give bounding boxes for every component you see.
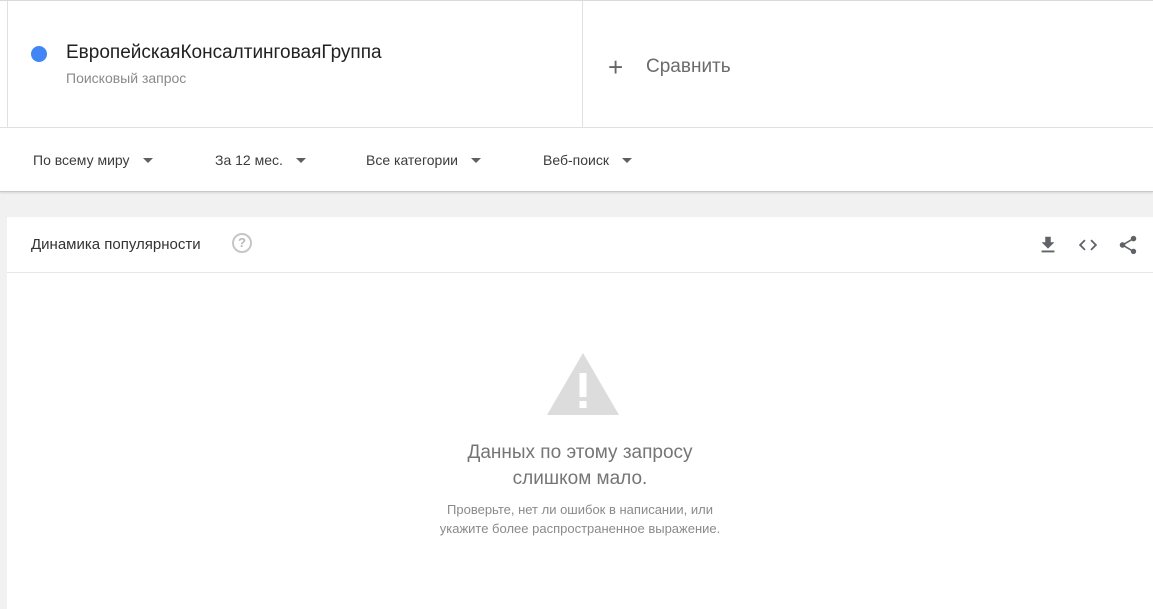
plus-icon: + bbox=[608, 52, 624, 82]
region-filter-label: По всему миру bbox=[33, 152, 130, 168]
interest-over-time-panel: Динамика популярности ? Данных по этому … bbox=[7, 217, 1153, 609]
explore-header: ЕвропейскаяКонсалтинговаяГруппа Поисковы… bbox=[0, 0, 1153, 192]
empty-hint-line-2: укажите более распространенное выражение… bbox=[439, 521, 721, 536]
caret-down-icon bbox=[142, 157, 153, 163]
panel-title: Динамика популярности bbox=[31, 236, 201, 253]
empty-state-title: Данных по этому запросу слишком мало. bbox=[380, 440, 780, 492]
empty-state: Данных по этому запросу слишком мало. Пр… bbox=[7, 273, 1153, 609]
compare-button[interactable]: + Сравнить bbox=[608, 53, 731, 81]
caret-down-icon bbox=[295, 157, 306, 163]
region-filter[interactable]: По всему миру bbox=[33, 150, 153, 170]
warning-icon bbox=[547, 353, 619, 415]
term-name: ЕвропейскаяКонсалтинговаяГруппа bbox=[66, 42, 382, 63]
empty-title-line-2: слишком мало. bbox=[512, 468, 648, 489]
search-terms-row: ЕвропейскаяКонсалтинговаяГруппа Поисковы… bbox=[0, 0, 1153, 128]
caret-down-icon bbox=[470, 157, 481, 163]
empty-state-hint: Проверьте, нет ли ошибок в написании, ил… bbox=[380, 500, 780, 538]
search-type-filter-label: Веб-поиск bbox=[543, 152, 609, 168]
empty-title-line-1: Данных по этому запросу bbox=[467, 442, 693, 463]
search-type-filter[interactable]: Веб-поиск bbox=[543, 150, 632, 170]
filters-bar: По всему миру За 12 мес. Все категории В… bbox=[0, 128, 1153, 191]
empty-hint-line-1: Проверьте, нет ли ошибок в написании, ил… bbox=[447, 502, 713, 517]
share-icon[interactable] bbox=[1117, 234, 1139, 256]
category-filter[interactable]: Все категории bbox=[366, 150, 481, 170]
help-icon[interactable]: ? bbox=[232, 233, 252, 253]
search-term-card[interactable]: ЕвропейскаяКонсалтинговаяГруппа Поисковы… bbox=[7, 1, 583, 128]
term-color-dot bbox=[31, 46, 47, 62]
time-range-filter-label: За 12 мес. bbox=[215, 152, 283, 168]
download-icon[interactable] bbox=[1037, 234, 1059, 256]
compare-label: Сравнить bbox=[646, 56, 731, 77]
term-type-label: Поисковый запрос bbox=[66, 70, 187, 86]
category-filter-label: Все категории bbox=[366, 152, 458, 168]
caret-down-icon bbox=[621, 157, 632, 163]
embed-icon[interactable] bbox=[1077, 234, 1099, 256]
panel-header: Динамика популярности ? bbox=[7, 217, 1153, 273]
time-range-filter[interactable]: За 12 мес. bbox=[215, 150, 306, 170]
